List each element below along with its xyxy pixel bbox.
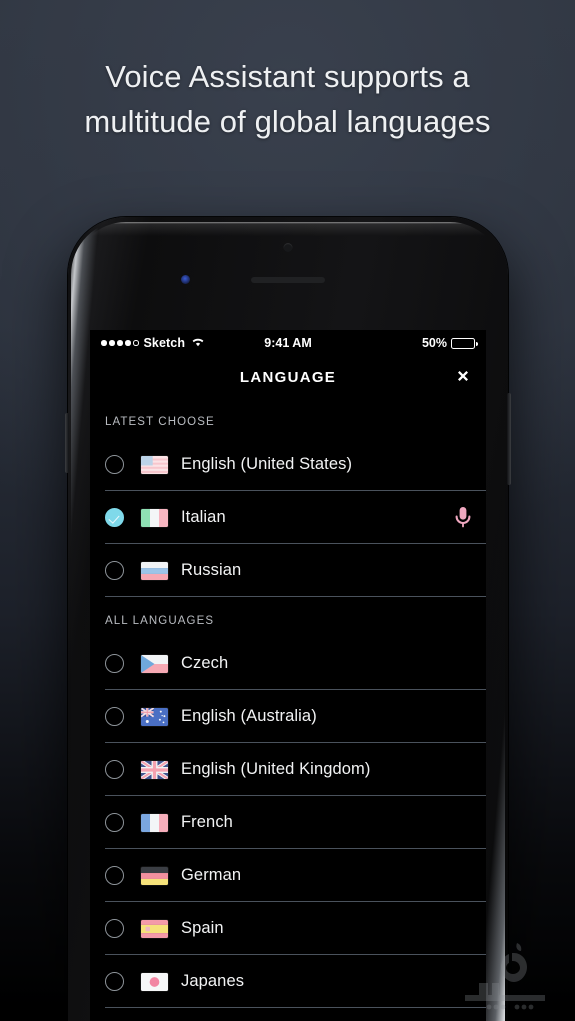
phone-screen: Sketch 9:41 AM 50% LANGUAGE LATEST CHOOS…	[90, 330, 486, 1021]
language-label: French	[181, 813, 233, 831]
language-row-it[interactable]: Italian	[105, 491, 486, 544]
radio-button[interactable]	[105, 972, 124, 991]
battery-percent-label: 50%	[421, 336, 447, 350]
volume-button[interactable]	[65, 413, 69, 473]
signal-strength-icon	[101, 340, 139, 346]
power-button[interactable]	[507, 393, 511, 485]
language-row-au[interactable]: English (Australia)	[105, 690, 486, 743]
radio-button[interactable]	[105, 760, 124, 779]
flag-icon-au	[141, 707, 168, 726]
wifi-icon	[191, 336, 205, 350]
page-title-line-1: Voice Assistant supports a	[105, 59, 470, 94]
flag-icon-ru	[141, 561, 168, 580]
flag-icon-us	[141, 455, 168, 474]
flag-icon-it	[141, 508, 168, 527]
battery-icon	[451, 337, 478, 349]
front-camera-icon	[283, 243, 293, 252]
proximity-sensor-icon	[181, 275, 190, 284]
radio-button[interactable]	[105, 813, 124, 832]
nav-bar: LANGUAGE	[90, 356, 486, 398]
status-bar: Sketch 9:41 AM 50%	[90, 330, 486, 356]
close-icon	[458, 371, 468, 381]
language-row-fr[interactable]: French	[105, 796, 486, 849]
flag-icon-gb	[141, 760, 168, 779]
screenshot-root: Voice Assistant supports a multitude of …	[0, 0, 575, 1021]
language-label: English (United Kingdom)	[181, 760, 371, 778]
language-row-cz[interactable]: Czech	[105, 637, 486, 690]
radio-button[interactable]	[105, 707, 124, 726]
flag-icon-fr	[141, 813, 168, 832]
language-label: Spain	[181, 919, 224, 937]
language-label: Czech	[181, 654, 229, 672]
status-bar-left: Sketch	[101, 336, 205, 350]
page-title-line-2: multitude of global languages	[84, 104, 491, 139]
language-row-jp[interactable]: Japanes	[105, 955, 486, 1008]
radio-button[interactable]	[105, 866, 124, 885]
radio-button[interactable]	[105, 919, 124, 938]
flag-icon-cz	[141, 654, 168, 673]
language-row-es[interactable]: Spain	[105, 902, 486, 955]
flag-icon-es	[141, 919, 168, 938]
language-label: German	[181, 866, 242, 884]
radio-button[interactable]	[105, 561, 124, 580]
flag-icon-de	[141, 866, 168, 885]
carrier-name: Sketch	[143, 336, 186, 350]
language-row-de[interactable]: German	[105, 849, 486, 902]
status-bar-right: 50%	[421, 336, 478, 350]
language-label: English (Australia)	[181, 707, 317, 725]
radio-button-selected[interactable]	[105, 508, 124, 527]
microphone-icon	[455, 506, 471, 527]
language-label: Italian	[181, 508, 226, 526]
language-label: Japanes	[181, 972, 245, 990]
microphone-button[interactable]	[452, 505, 474, 531]
phone-mockup: Sketch 9:41 AM 50% LANGUAGE LATEST CHOOS…	[65, 217, 511, 1021]
language-label: English (United States)	[181, 455, 353, 473]
earpiece-speaker	[251, 277, 325, 283]
radio-button[interactable]	[105, 654, 124, 673]
language-row-gb[interactable]: English (United Kingdom)	[105, 743, 486, 796]
language-list[interactable]: LATEST CHOOSE English (United States) Ital…	[90, 398, 486, 1008]
close-button[interactable]	[450, 364, 476, 390]
page-title: Voice Assistant supports a multitude of …	[0, 54, 575, 144]
language-label: Russian	[181, 561, 242, 579]
phone-top-bezel	[68, 217, 508, 335]
radio-button[interactable]	[105, 455, 124, 474]
section-header: ALL LANGUAGES	[105, 615, 215, 627]
section-header: LATEST CHOOSE	[105, 416, 215, 428]
flag-icon-jp	[141, 972, 168, 991]
language-row-us[interactable]: English (United States)	[105, 438, 486, 491]
nav-title: LANGUAGE	[239, 368, 337, 386]
language-row-ru[interactable]: Russian	[105, 544, 486, 597]
